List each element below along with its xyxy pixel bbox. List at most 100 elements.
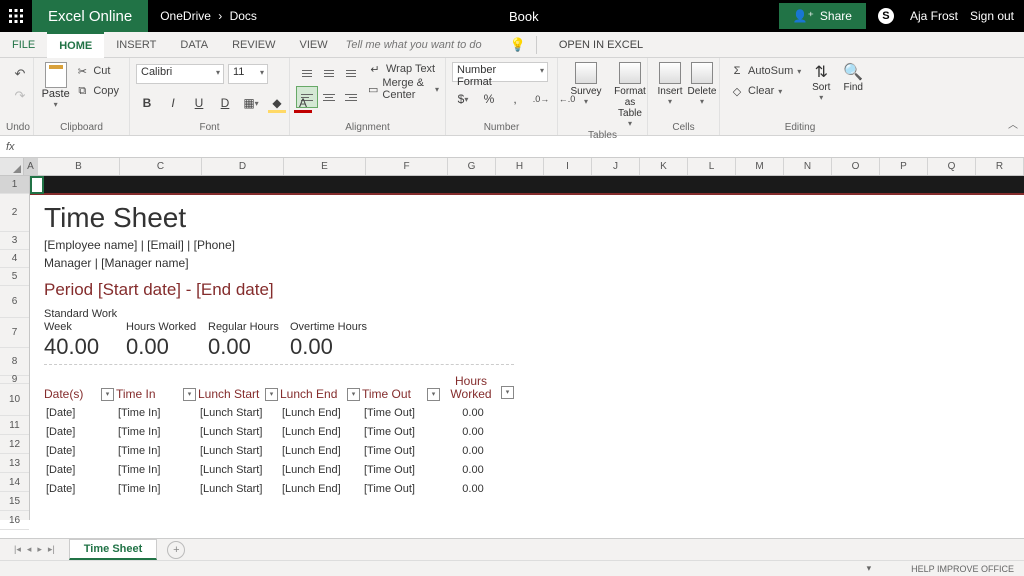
col-dates[interactable]: Date(s) (44, 388, 83, 401)
increase-decimal-button[interactable]: .0→ (530, 88, 552, 110)
wrap-text-button[interactable]: ↵Wrap Text (368, 60, 439, 78)
number-format-select[interactable]: Number Format (452, 62, 548, 82)
cell-timeout[interactable]: [Time Out] (362, 464, 442, 476)
cell-date[interactable]: [Date] (44, 445, 116, 457)
sheet-tab-active[interactable]: Time Sheet (69, 539, 158, 560)
row-header-8[interactable]: 8 (0, 348, 29, 376)
col-header-Q[interactable]: Q (928, 158, 976, 175)
col-header-M[interactable]: M (736, 158, 784, 175)
col-header-E[interactable]: E (284, 158, 366, 175)
col-header-J[interactable]: J (592, 158, 640, 175)
find-button[interactable]: 🔍Find (837, 60, 869, 95)
breadcrumb-root[interactable]: OneDrive (160, 9, 211, 23)
row-header-13[interactable]: 13 (0, 454, 29, 473)
cell-timein[interactable]: [Time In] (116, 464, 198, 476)
clear-button[interactable]: ◇Clear ▾ (730, 82, 801, 100)
select-all-corner[interactable] (0, 158, 24, 175)
align-top-button[interactable] (296, 62, 318, 84)
row-header-16[interactable]: 16 (0, 511, 29, 530)
autosum-button[interactable]: ΣAutoSum ▾ (730, 62, 801, 80)
cell-lunchstart[interactable]: [Lunch Start] (198, 483, 280, 495)
delete-cells-button[interactable]: Delete▾ (686, 60, 718, 108)
table-row[interactable]: [Date][Time In][Lunch Start][Lunch End][… (44, 460, 1024, 479)
cell-lunchend[interactable]: [Lunch End] (280, 483, 362, 495)
copy-button[interactable]: ⧉Copy (75, 82, 119, 100)
cell-hoursworked[interactable]: 0.00 (442, 445, 502, 457)
cell-timeout[interactable]: [Time Out] (362, 445, 442, 457)
filter-timein[interactable]: ▾ (183, 388, 196, 401)
tell-me-box[interactable]: 💡 (346, 37, 526, 53)
skype-icon[interactable]: S (872, 2, 900, 30)
row-header-3[interactable]: 3 (0, 232, 29, 250)
cell-lunchend[interactable]: [Lunch End] (280, 407, 362, 419)
align-right-button[interactable] (340, 86, 362, 108)
cell-lunchstart[interactable]: [Lunch Start] (198, 445, 280, 457)
col-header-I[interactable]: I (544, 158, 592, 175)
font-name-select[interactable]: Calibri (136, 64, 224, 84)
row-header-6[interactable]: 6 (0, 286, 29, 318)
comma-button[interactable]: , (504, 88, 526, 110)
row-header-14[interactable]: 14 (0, 473, 29, 492)
cell-hoursworked[interactable]: 0.00 (442, 464, 502, 476)
breadcrumb-folder[interactable]: Docs (230, 9, 257, 23)
cell-lunchstart[interactable]: [Lunch Start] (198, 464, 280, 476)
add-sheet-button[interactable]: + (167, 541, 185, 559)
survey-button[interactable]: Survey▾ (564, 60, 608, 108)
filter-hoursworked[interactable]: ▾ (501, 386, 514, 399)
filter-dates[interactable]: ▾ (101, 388, 114, 401)
font-color-button[interactable]: A (292, 92, 314, 114)
cell-hoursworked[interactable]: 0.00 (442, 483, 502, 495)
tab-insert[interactable]: INSERT (104, 32, 168, 58)
sign-out-link[interactable]: Sign out (970, 9, 1014, 23)
table-row[interactable]: [Date][Time In][Lunch Start][Lunch End][… (44, 479, 1024, 498)
filter-lunchstart[interactable]: ▾ (265, 388, 278, 401)
sort-button[interactable]: ⇅Sort▾ (805, 60, 837, 104)
status-caret[interactable]: ▾ (867, 563, 872, 574)
sheet-nav-first[interactable]: |◂ (14, 544, 21, 555)
col-header-G[interactable]: G (448, 158, 496, 175)
collapse-ribbon-button[interactable]: ︿ (1008, 116, 1018, 131)
col-header-C[interactable]: C (120, 158, 202, 175)
border-button[interactable]: ▦▾ (240, 92, 262, 114)
cell-timeout[interactable]: [Time Out] (362, 407, 442, 419)
bold-button[interactable]: B (136, 92, 158, 114)
undo-button[interactable]: ↶ (10, 64, 30, 84)
row-header-5[interactable]: 5 (0, 268, 29, 286)
table-row[interactable]: [Date][Time In][Lunch Start][Lunch End][… (44, 441, 1024, 460)
cell-hoursworked[interactable]: 0.00 (442, 407, 502, 419)
cell-timein[interactable]: [Time In] (116, 483, 198, 495)
open-in-excel-link[interactable]: OPEN IN EXCEL (547, 32, 655, 58)
cell-lunchend[interactable]: [Lunch End] (280, 445, 362, 457)
cell-lunchstart[interactable]: [Lunch Start] (198, 407, 280, 419)
col-lunchstart[interactable]: Lunch Start (198, 388, 259, 401)
col-header-K[interactable]: K (640, 158, 688, 175)
align-middle-button[interactable] (318, 62, 340, 84)
sheet-nav-prev[interactable]: ◂ (27, 544, 32, 555)
percent-button[interactable]: % (478, 88, 500, 110)
col-header-R[interactable]: R (976, 158, 1024, 175)
cell-date[interactable]: [Date] (44, 407, 116, 419)
col-header-L[interactable]: L (688, 158, 736, 175)
document-name[interactable]: Book (479, 9, 569, 24)
cell-timein[interactable]: [Time In] (116, 407, 198, 419)
double-underline-button[interactable]: D (214, 92, 236, 114)
share-button[interactable]: 👤⁺ Share (779, 3, 866, 29)
redo-button[interactable]: ↷ (10, 86, 30, 106)
currency-button[interactable]: $▾ (452, 88, 474, 110)
italic-button[interactable]: I (162, 92, 184, 114)
row-header-15[interactable]: 15 (0, 492, 29, 511)
col-header-D[interactable]: D (202, 158, 284, 175)
cell-lunchend[interactable]: [Lunch End] (280, 426, 362, 438)
col-lunchend[interactable]: Lunch End (280, 388, 337, 401)
table-row[interactable]: [Date][Time In][Lunch Start][Lunch End][… (44, 403, 1024, 422)
cell-timein[interactable]: [Time In] (116, 426, 198, 438)
breadcrumb[interactable]: OneDrive › Docs (148, 9, 269, 23)
row-header-4[interactable]: 4 (0, 250, 29, 268)
table-row[interactable]: [Date][Time In][Lunch Start][Lunch End][… (44, 422, 1024, 441)
cut-button[interactable]: ✂Cut (75, 62, 119, 80)
active-cell-marker[interactable] (30, 176, 44, 194)
cell-date[interactable]: [Date] (44, 464, 116, 476)
tab-home[interactable]: HOME (47, 32, 104, 58)
row-header-9[interactable]: 9 (0, 376, 29, 384)
fill-color-button[interactable]: ◆ (266, 92, 288, 114)
